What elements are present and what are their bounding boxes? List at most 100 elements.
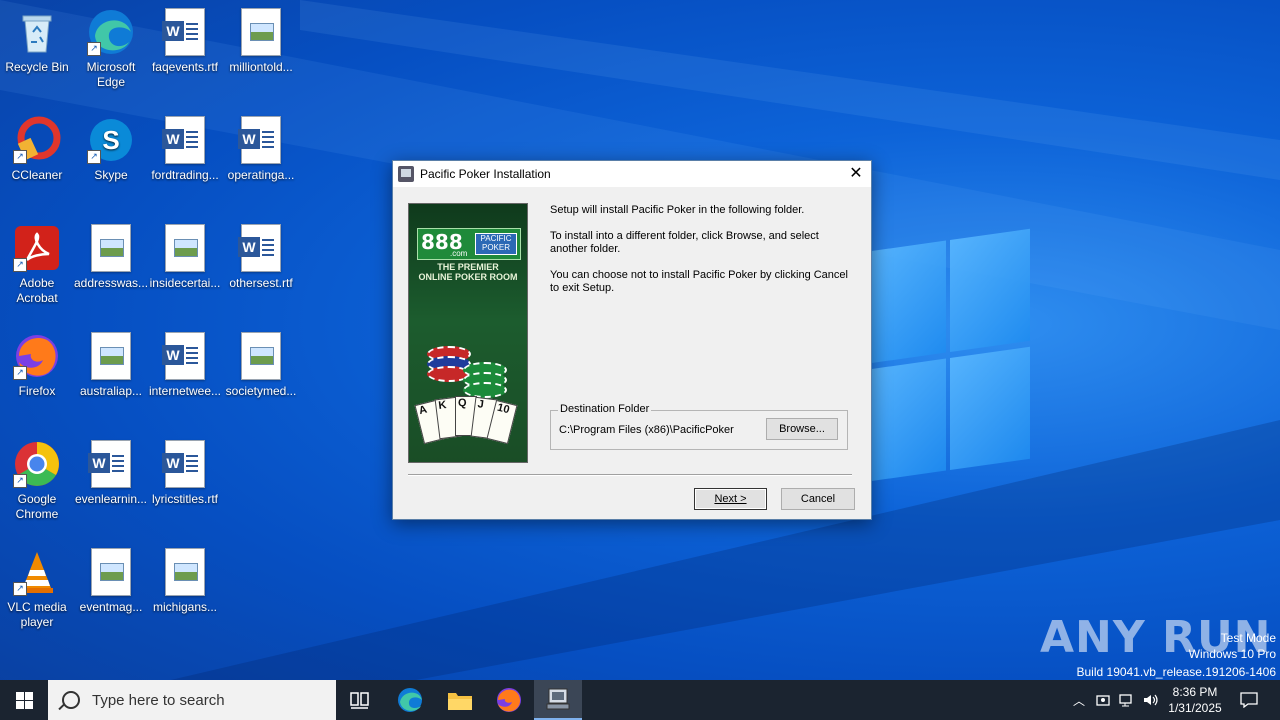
taskbar: Type here to search ︿ 8:36 PM 1/31/2025 [0, 680, 1280, 720]
edge-icon: ↗ [87, 8, 135, 56]
volume-control[interactable] [1140, 680, 1162, 720]
browse-button[interactable]: Browse... [766, 418, 838, 440]
cancel-button[interactable]: Cancel [781, 488, 855, 510]
device-icon [1096, 695, 1110, 706]
windows-edition-text: Windows 10 Pro [1188, 647, 1276, 661]
desktop-icon-firefox[interactable]: ↗ Firefox [0, 328, 74, 399]
desktop-icon-michigans[interactable]: michigans... [148, 544, 222, 615]
taskbar-installer[interactable] [534, 680, 582, 720]
desktop-icon-label: milliontold... [229, 60, 293, 74]
desktop-icon-internetwee[interactable]: W internetwee... [148, 328, 222, 399]
desktop-icon-milliontold[interactable]: milliontold... [224, 4, 298, 75]
desktop-icon-recycle-bin[interactable]: Recycle Bin [0, 4, 74, 75]
recycle-bin-icon [13, 8, 61, 56]
browse-info-text: To install into a different folder, clic… [550, 230, 819, 255]
word-document-icon: W [161, 332, 209, 380]
desktop-icon-label: fordtrading... [151, 168, 219, 182]
desktop-icon-label: operatinga... [227, 168, 295, 182]
close-icon: ✕ [849, 165, 863, 182]
clock-time: 8:36 PM [1172, 685, 1218, 699]
word-document-icon: W [161, 116, 209, 164]
desktop-icon-insidecertai[interactable]: insidecertai... [148, 220, 222, 291]
desktop-icon-othersest[interactable]: W othersest.rtf [224, 220, 298, 291]
installer-icon [546, 688, 570, 710]
desktop-icon-google-chrome[interactable]: ↗ Google Chrome [0, 436, 74, 522]
desktop-icon-label: eventmag... [79, 600, 143, 614]
desktop-icon-label: Skype [94, 168, 128, 182]
start-button[interactable] [0, 680, 48, 720]
desktop-icon-operatinga[interactable]: W operatinga... [224, 112, 298, 183]
logo-com: .com [450, 249, 468, 258]
vlc-icon: ↗ [13, 548, 61, 596]
desktop-icon-skype[interactable]: S ↗ Skype [74, 112, 148, 183]
desktop-icon-label: faqevents.rtf [151, 60, 219, 74]
test-mode-text: Test Mode [1220, 631, 1276, 645]
setup-info-text: Setup will install Pacific Poker in the … [550, 204, 805, 216]
desktop-icon-label: michigans... [152, 600, 218, 614]
word-document-icon: W [87, 440, 135, 488]
action-center-button[interactable] [1234, 680, 1264, 720]
desktop-icon-evenlearnin[interactable]: W evenlearnin... [74, 436, 148, 507]
image-document-icon [161, 224, 209, 272]
taskbar-file-explorer[interactable] [436, 680, 484, 720]
tagline-line-1: THE PREMIER [437, 262, 499, 272]
word-document-icon: W [161, 440, 209, 488]
desktop-icon-adobe-acrobat[interactable]: ↗ Adobe Acrobat [0, 220, 74, 306]
close-button[interactable]: ✕ [841, 161, 871, 187]
desktop-icon-label: othersest.rtf [229, 276, 293, 290]
desktop-icon-fordtrading[interactable]: W fordtrading... [148, 112, 222, 183]
clock-date: 1/31/2025 [1168, 701, 1222, 715]
desktop-icon-ccleaner[interactable]: ↗ CCleaner [0, 112, 74, 183]
desktop-icon-eventmag[interactable]: eventmag... [74, 544, 148, 615]
desktop-icon-australiap[interactable]: australiap... [74, 328, 148, 399]
desktop-icon-label: Firefox [18, 384, 56, 398]
speaker-icon [1144, 694, 1158, 706]
desktop-icon-label: internetwee... [148, 384, 222, 398]
file-explorer-icon [448, 693, 472, 710]
word-document-icon: W [237, 224, 285, 272]
firefox-icon [497, 688, 521, 712]
network-icon [1119, 694, 1132, 707]
desktop-icon-lyricstitles[interactable]: W lyricstitles.rtf [148, 436, 222, 507]
desktop-icon-label: lyricstitles.rtf [152, 492, 218, 506]
playing-cards-image: A K Q J 10 [414, 394, 521, 446]
desktop-icon-microsoft-edge[interactable]: ↗ Microsoft Edge [74, 4, 148, 90]
taskbar-search-box[interactable]: Type here to search [48, 680, 336, 720]
dialog-titlebar[interactable]: Pacific Poker Installation ✕ [393, 161, 871, 187]
desktop-icon-label: CCleaner [11, 168, 63, 182]
desktop-icon-label: Recycle Bin [5, 60, 69, 74]
svg-text:S: S [102, 125, 119, 155]
next-button-label: Next > [714, 493, 747, 505]
image-document-icon [87, 548, 135, 596]
desktop-icon-label: societymed... [225, 384, 297, 398]
edge-icon [398, 688, 422, 712]
search-icon [62, 691, 80, 709]
desktop-icon-vlc[interactable]: ↗ VLC media player [0, 544, 74, 630]
task-view-button[interactable] [336, 680, 384, 720]
show-hidden-icons[interactable]: ︿ [1068, 680, 1090, 720]
image-document-icon [87, 332, 135, 380]
image-document-icon [237, 8, 285, 56]
destination-folder-group: Destination Folder C:\Program Files (x86… [550, 403, 848, 450]
desktop-icon-label: insidecertai... [149, 276, 221, 290]
tray-app[interactable] [1092, 680, 1114, 720]
taskbar-firefox[interactable] [485, 680, 533, 720]
pacific-poker-banner: 888 .com PACIFIC POKER THE PREMIER ONLIN… [408, 203, 528, 463]
installer-app-icon [398, 166, 414, 182]
ccleaner-icon: ↗ [13, 116, 61, 164]
cancel-info-text: You can choose not to install Pacific Po… [550, 269, 848, 294]
next-button[interactable]: Next > [694, 488, 767, 510]
windows-logo-wallpaper [870, 228, 1030, 491]
desktop-icon-label: australiap... [79, 384, 143, 398]
desktop-icon-faqevents[interactable]: W faqevents.rtf [148, 4, 222, 75]
network-status[interactable] [1116, 680, 1138, 720]
pacific-poker-badge: PACIFIC POKER [475, 233, 517, 255]
taskbar-edge[interactable] [386, 680, 434, 720]
desktop-icon-societymed[interactable]: societymed... [224, 328, 298, 399]
desktop-icon-label: evenlearnin... [74, 492, 148, 506]
taskbar-clock[interactable]: 8:36 PM 1/31/2025 [1160, 684, 1230, 716]
destination-folder-label: Destination Folder [558, 403, 652, 415]
desktop-icon-addresswas[interactable]: addresswas... [74, 220, 148, 291]
desktop-icon-label: VLC media player [7, 600, 67, 629]
desktop-icon-label: addresswas... [74, 276, 149, 290]
